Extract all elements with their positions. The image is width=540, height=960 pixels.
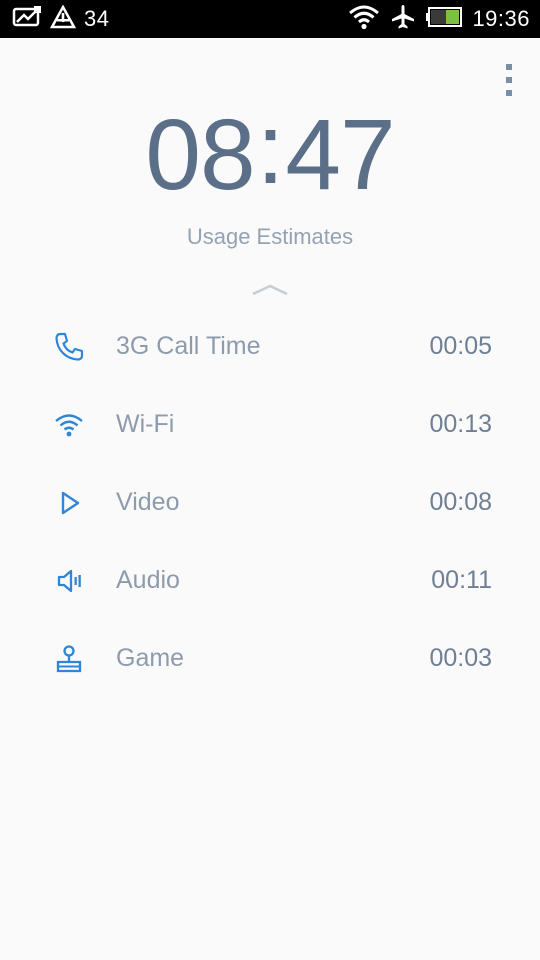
menu-dot (506, 64, 512, 70)
wifi-icon (348, 4, 380, 35)
usage-row-game[interactable]: Game 00:03 (0, 620, 540, 698)
usage-value: 00:08 (429, 488, 492, 516)
speaker-icon (52, 564, 86, 598)
usage-row-video[interactable]: Video 00:08 (0, 464, 540, 542)
time-separator: : (256, 93, 285, 205)
remaining-minutes: 47 (285, 99, 395, 211)
status-bar: 34 19:36 (0, 0, 540, 38)
usage-label: Audio (116, 566, 180, 594)
collapse-chevron-icon[interactable] (250, 282, 290, 298)
photo-notification-icon (12, 5, 42, 33)
usage-label: Video (116, 488, 180, 516)
usage-label: Wi-Fi (116, 410, 175, 438)
remaining-hours: 08 (145, 99, 255, 211)
usage-row-call[interactable]: 3G Call Time 00:05 (0, 308, 540, 386)
usage-row-audio[interactable]: Audio 00:11 (0, 542, 540, 620)
menu-dot (506, 90, 512, 96)
usage-label: 3G Call Time (116, 332, 261, 360)
usage-value: 00:05 (429, 332, 492, 360)
status-bar-left: 34 (12, 3, 110, 34)
airplane-mode-icon (390, 4, 416, 35)
status-bar-right: 19:36 (348, 4, 530, 34)
usage-label: Game (116, 644, 185, 672)
usage-value: 00:03 (429, 644, 492, 672)
network-alert-icon (49, 3, 77, 34)
app-screen: 08:47 Usage Estimates 3G Call Time 00:05 (0, 38, 540, 960)
battery-icon (426, 6, 463, 32)
usage-list: 3G Call Time 00:05 Wi-Fi 00:13 Video 00:… (0, 308, 540, 698)
status-clock: 19:36 (472, 6, 530, 31)
overflow-menu-icon[interactable] (504, 64, 514, 96)
usage-value: 00:11 (431, 566, 492, 594)
usage-estimates-title: Usage Estimates (186, 224, 354, 249)
usage-value: 00:13 (429, 410, 492, 438)
menu-dot (506, 77, 512, 83)
joystick-icon (52, 642, 86, 676)
wifi-icon (52, 408, 86, 442)
usage-row-wifi[interactable]: Wi-Fi 00:13 (0, 386, 540, 464)
phone-icon (52, 330, 86, 364)
play-icon (52, 486, 86, 520)
remaining-time: 08:47 (0, 94, 540, 211)
notification-count: 34 (84, 6, 110, 31)
